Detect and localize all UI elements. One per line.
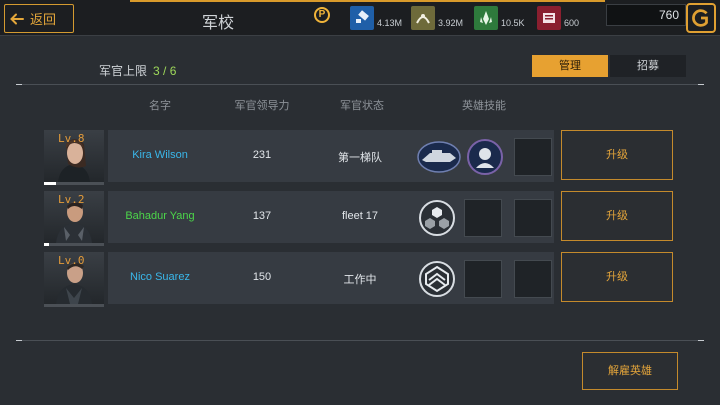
olive-resource-icon — [411, 6, 435, 30]
xp-bar-fill — [44, 243, 49, 246]
dismiss-hero-button[interactable]: 解雇英雄 — [582, 352, 678, 390]
back-arrow-icon — [10, 13, 24, 24]
credits-value: 760 — [606, 4, 686, 26]
resource-4[interactable]: 600 — [537, 2, 579, 30]
tab-recruit[interactable]: 招募 — [610, 55, 686, 77]
tab-manage[interactable]: 管理 — [532, 55, 608, 77]
officer-row[interactable]: Kira Wilson 231 第一梯队 — [108, 130, 554, 182]
resource-value: 10.5K — [501, 18, 525, 28]
officer-status: fleet 17 — [341, 210, 379, 222]
officer-name: Nico Suarez — [130, 271, 190, 283]
empty-skill-slot[interactable] — [464, 199, 502, 237]
officer-limit-label: 军官上限 — [99, 64, 148, 78]
column-header-name: 名字 — [149, 100, 171, 112]
resource-1[interactable]: 4.13M — [350, 2, 402, 30]
empty-skill-slot[interactable] — [514, 260, 552, 298]
officer-avatar[interactable]: Lv.0 — [44, 252, 104, 307]
resource-3[interactable]: 10.5K — [474, 2, 525, 30]
officer-limit-value: 3 / 6 — [153, 64, 177, 78]
column-header-status: 军官状态 — [340, 100, 384, 112]
back-button[interactable]: 返回 — [4, 4, 74, 33]
resource-value: 3.92M — [438, 18, 464, 28]
chevron-skill-icon[interactable] — [418, 260, 456, 298]
officer-level: Lv.0 — [58, 254, 85, 267]
ship-skill-icon[interactable] — [416, 138, 462, 176]
xp-bar — [44, 182, 104, 185]
officer-leadership: 137 — [252, 210, 272, 222]
green-resource-icon — [474, 6, 498, 30]
blue-resource-icon — [350, 6, 374, 30]
page-title: 军校 — [202, 15, 235, 32]
officer-limit: 军官上限 3 / 6 — [99, 62, 176, 79]
resource-value: 600 — [564, 18, 580, 28]
officer-avatar[interactable]: Lv.2 — [44, 191, 104, 246]
credits-logo-icon[interactable] — [686, 3, 716, 33]
help-icon[interactable]: P — [314, 7, 330, 23]
divider-end — [698, 84, 704, 85]
resource-value: 4.13M — [377, 18, 403, 28]
officer-row[interactable]: Nico Suarez 150 工作中 — [108, 252, 554, 304]
upgrade-button[interactable]: 升级 — [561, 130, 673, 180]
officer-level: Lv.8 — [58, 132, 85, 145]
xp-bar — [44, 243, 104, 246]
bottom-divider — [16, 340, 704, 341]
top-bar: 返回 军校 P 4.13M 3.92M 10.5K 600 760 — [0, 0, 720, 36]
red-resource-icon — [537, 6, 561, 30]
top-divider — [16, 84, 704, 85]
commander-skill-icon[interactable] — [466, 138, 504, 176]
xp-bar — [44, 304, 104, 307]
empty-skill-slot[interactable] — [514, 199, 552, 237]
officer-name: Bahadur Yang — [125, 210, 195, 222]
upgrade-button[interactable]: 升级 — [561, 191, 673, 241]
back-label: 返回 — [30, 12, 57, 27]
officer-leadership: 231 — [252, 149, 272, 161]
officer-level: Lv.2 — [58, 193, 85, 206]
column-header-skills: 英雄技能 — [462, 100, 506, 112]
officer-status: 工作中 — [343, 274, 377, 286]
officer-name: Kira Wilson — [132, 149, 188, 161]
divider-end — [16, 340, 22, 341]
column-header-leadership: 军官领导力 — [234, 100, 290, 112]
hexagon-skill-icon[interactable] — [418, 199, 456, 237]
empty-skill-slot[interactable] — [514, 138, 552, 176]
divider-end — [16, 84, 22, 85]
xp-bar-fill — [44, 182, 56, 185]
upgrade-button[interactable]: 升级 — [561, 252, 673, 302]
resource-2[interactable]: 3.92M — [411, 2, 463, 30]
divider-end — [698, 340, 704, 341]
officer-avatar[interactable]: Lv.8 — [44, 130, 104, 185]
officer-row[interactable]: Bahadur Yang 137 fleet 17 — [108, 191, 554, 243]
officer-leadership: 150 — [252, 271, 272, 283]
officer-status: 第一梯队 — [338, 152, 382, 164]
empty-skill-slot[interactable] — [464, 260, 502, 298]
